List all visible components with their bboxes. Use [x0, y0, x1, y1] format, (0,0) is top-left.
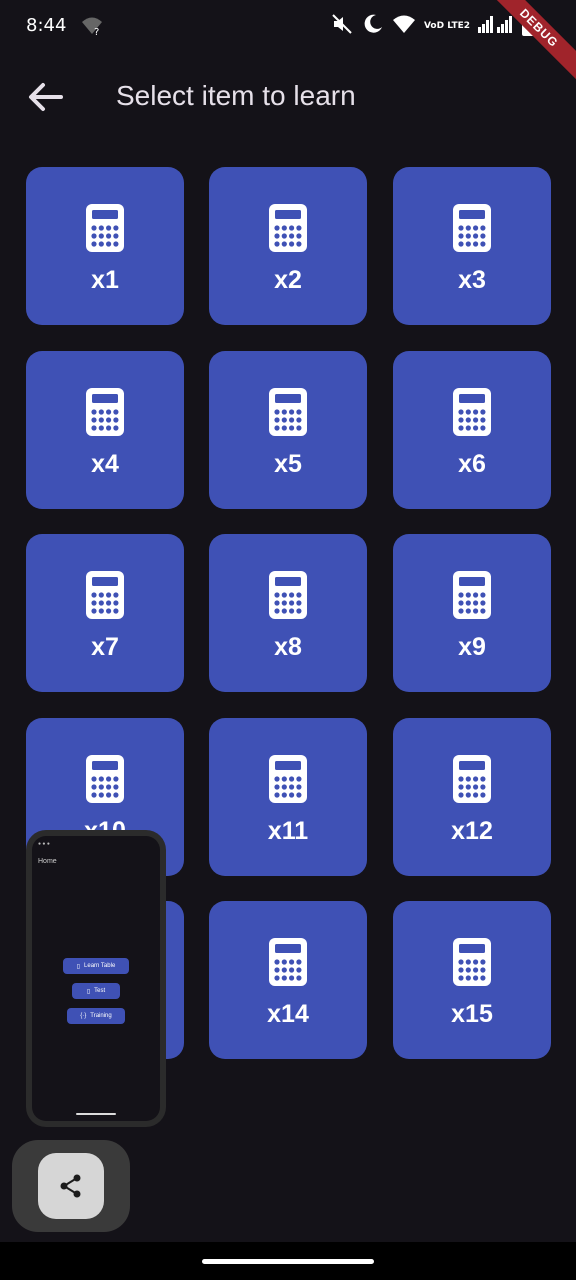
tile-label: x6: [458, 449, 486, 478]
calculator-icon: [453, 754, 491, 803]
share-icon: [60, 1174, 81, 1198]
tile-x5[interactable]: x5: [209, 351, 367, 509]
calculator-icon: [453, 387, 491, 436]
tile-x1[interactable]: x1: [26, 167, 184, 325]
status-time: 8:44: [26, 15, 67, 36]
tile-x3[interactable]: x3: [393, 167, 551, 325]
preview-button-label: Learn Table: [84, 963, 116, 969]
tile-x7[interactable]: x7: [26, 534, 184, 692]
calculator-icon: [86, 754, 124, 803]
status-bar: 8:44 ? VoD LTE2: [0, 0, 576, 52]
tile-label: x5: [274, 449, 302, 478]
wifi-question-icon: ?: [80, 14, 104, 41]
tile-label: x11: [267, 816, 309, 845]
calculator-icon: [86, 387, 124, 436]
preview-training-button: {·} Training: [67, 1008, 125, 1024]
share-button[interactable]: [38, 1153, 104, 1219]
calculator-icon: [269, 387, 307, 436]
calculator-icon: [86, 570, 124, 619]
calculator-icon: [269, 570, 307, 619]
tile-x4[interactable]: x4: [26, 351, 184, 509]
calculator-icon: [453, 937, 491, 986]
calculator-icon: [86, 203, 124, 252]
preview-home-indicator: [76, 1113, 116, 1115]
preview-learn-table-button: ▯ Learn Table: [63, 958, 129, 974]
screenshot-preview[interactable]: ● ● ● Home ▯ Learn Table ▯ Test {·} Trai…: [26, 830, 166, 1127]
calculator-icon: [453, 570, 491, 619]
tile-label: x8: [274, 632, 302, 661]
app-bar: Select item to learn: [0, 60, 576, 132]
calculator-icon: [269, 754, 307, 803]
preview-screen: ● ● ● Home ▯ Learn Table ▯ Test {·} Trai…: [32, 836, 160, 1121]
tile-label: x14: [267, 999, 309, 1028]
tile-label: x7: [91, 632, 119, 661]
back-button[interactable]: [22, 74, 68, 120]
preview-button-label: Training: [90, 1013, 112, 1019]
tile-label: x1: [91, 265, 119, 294]
tile-x9[interactable]: x9: [393, 534, 551, 692]
moon-icon: [362, 13, 384, 40]
preview-clipboard-icon: ▯: [86, 988, 91, 995]
network-label: VoD LTE2: [423, 21, 470, 31]
tile-label: x3: [458, 265, 486, 294]
tile-x8[interactable]: x8: [209, 534, 367, 692]
preview-test-button: ▯ Test: [72, 983, 120, 999]
mute-icon: [330, 12, 354, 41]
tile-label: x2: [274, 265, 302, 294]
wifi-icon: [392, 14, 416, 39]
home-indicator[interactable]: [202, 1259, 374, 1264]
navigation-bar: [0, 1242, 576, 1280]
page-title: Select item to learn: [116, 80, 356, 111]
tile-x15[interactable]: x15: [393, 901, 551, 1059]
status-icons: VoD LTE2: [330, 12, 536, 41]
tile-label: x9: [458, 632, 486, 661]
preview-calculator-icon: ▯: [76, 963, 81, 970]
tile-x12[interactable]: x12: [393, 718, 551, 876]
svg-text:?: ?: [94, 27, 99, 36]
preview-code-icon: {·}: [80, 1013, 87, 1019]
signal-icon: [478, 15, 514, 38]
calculator-icon: [453, 203, 491, 252]
preview-status-bar: ● ● ●: [38, 841, 50, 847]
tile-label: x4: [91, 449, 119, 478]
tile-x11[interactable]: x11: [209, 718, 367, 876]
tile-label: x12: [451, 816, 493, 845]
calculator-icon: [269, 203, 307, 252]
tile-x2[interactable]: x2: [209, 167, 367, 325]
preview-button-label: Test: [94, 988, 106, 994]
tile-x6[interactable]: x6: [393, 351, 551, 509]
share-panel: [12, 1140, 130, 1232]
arrow-left-icon: [29, 83, 63, 111]
tile-label: x15: [451, 999, 493, 1028]
preview-title: Home: [38, 858, 57, 865]
tile-x14[interactable]: x14: [209, 901, 367, 1059]
calculator-icon: [269, 937, 307, 986]
